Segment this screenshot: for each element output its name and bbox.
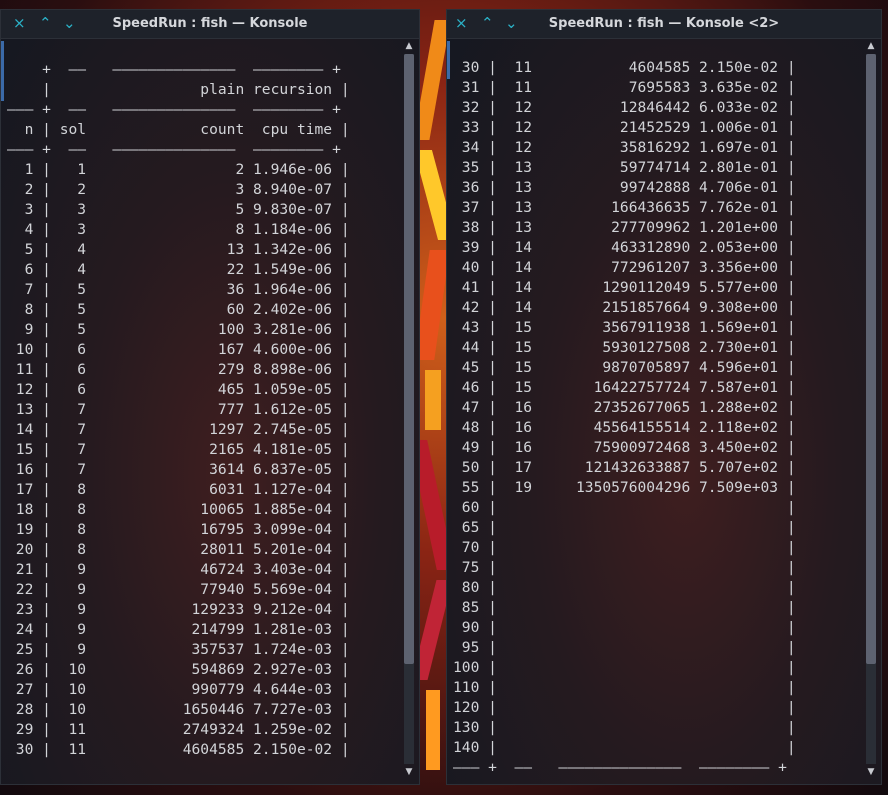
konsole-window-2[interactable]: × ⌃ ⌄ SpeedRun : fish — Konsole <2> 30 |… xyxy=(446,9,882,785)
terminal-line: 80 | | xyxy=(453,579,796,596)
terminal-line: 50 | 17 121432633887 5.707e+02 | xyxy=(453,459,796,476)
terminal-line: 12 | 6 465 1.059e-05 | xyxy=(7,381,350,398)
terminal-line: 13 | 7 777 1.612e-05 | xyxy=(7,401,350,418)
terminal-line: 26 | 10 594869 2.927e-03 | xyxy=(7,661,350,678)
terminal-line: 65 | | xyxy=(453,519,796,536)
title-bar[interactable]: × ⌃ ⌄ SpeedRun : fish — Konsole xyxy=(1,10,419,39)
terminal-line: 29 | 11 2749324 1.259e-02 | xyxy=(7,721,350,738)
terminal-line: 43 | 15 3567911938 1.569e+01 | xyxy=(453,319,796,336)
konsole-window-1[interactable]: × ⌃ ⌄ SpeedRun : fish — Konsole + —— ———… xyxy=(0,9,420,785)
terminal-line: 140 | | xyxy=(453,739,796,756)
scroll-thumb[interactable] xyxy=(404,54,414,664)
terminal-line: 9 | 5 100 3.281e-06 | xyxy=(7,321,350,338)
terminal-line: 39 | 14 463312890 2.053e+00 | xyxy=(453,239,796,256)
terminal-line: 37 | 13 166436635 7.762e-01 | xyxy=(453,199,796,216)
terminal-line: 34 | 12 35816292 1.697e-01 | xyxy=(453,139,796,156)
terminal-line: 110 | | xyxy=(453,679,796,696)
terminal-line: n | sol count cpu time | xyxy=(7,121,350,138)
terminal-marker xyxy=(447,41,450,79)
window-title: SpeedRun : fish — Konsole <2> xyxy=(548,16,780,31)
terminal-line: 36 | 13 99742888 4.706e-01 | xyxy=(453,179,796,196)
terminal-line: 4 | 3 8 1.184e-06 | xyxy=(7,221,350,238)
terminal-line: 120 | | xyxy=(453,699,796,716)
terminal-line: 24 | 9 214799 1.281e-03 | xyxy=(7,621,350,638)
terminal-line: 17 | 8 6031 1.127e-04 | xyxy=(7,481,350,498)
terminal-line: 48 | 16 45564155514 2.118e+02 | xyxy=(453,419,796,436)
terminal-line: 11 | 6 279 8.898e-06 | xyxy=(7,361,350,378)
terminal-line: 40 | 14 772961207 3.356e+00 | xyxy=(453,259,796,276)
scroll-up-arrow[interactable]: ▲ xyxy=(403,40,415,52)
terminal-line: 32 | 12 12846442 6.033e-02 | xyxy=(453,99,796,116)
terminal-line: 16 | 7 3614 6.837e-05 | xyxy=(7,461,350,478)
terminal-line: 31 | 11 7695583 3.635e-02 | xyxy=(453,79,796,96)
scroll-thumb[interactable] xyxy=(866,54,876,664)
terminal-output[interactable]: + —— —————————————— ———————— + | plain r… xyxy=(7,40,350,776)
terminal-marker xyxy=(1,41,4,101)
terminal-line: 55 | 19 1350576004296 7.509e+03 | xyxy=(453,479,796,496)
terminal-line: 30 | 11 4604585 2.150e-02 | xyxy=(7,741,350,758)
terminal-line: | plain recursion | xyxy=(7,81,350,98)
terminal-line: 47 | 16 27352677065 1.288e+02 | xyxy=(453,399,796,416)
terminal-line: 25 | 9 357537 1.724e-03 | xyxy=(7,641,350,658)
terminal-line: 27 | 10 990779 4.644e-03 | xyxy=(7,681,350,698)
scroll-down-arrow[interactable]: ▼ xyxy=(865,766,877,778)
terminal-line: 28 | 10 1650446 7.727e-03 | xyxy=(7,701,350,718)
terminal-line: 7 | 5 36 1.964e-06 | xyxy=(7,281,350,298)
terminal-line: 15 | 7 2165 4.181e-05 | xyxy=(7,441,350,458)
terminal-line: 70 | | xyxy=(453,539,796,556)
terminal-line: 30 | 11 4604585 2.150e-02 | xyxy=(453,59,796,76)
terminal-line: + —— —————————————— ———————— + xyxy=(7,61,341,78)
terminal-line: 14 | 7 1297 2.745e-05 | xyxy=(7,421,350,438)
terminal-line: 3 | 3 5 9.830e-07 | xyxy=(7,201,350,218)
scroll-track[interactable] xyxy=(866,54,876,764)
title-bar[interactable]: × ⌃ ⌄ SpeedRun : fish — Konsole <2> xyxy=(447,10,881,39)
terminal-line: 22 | 9 77940 5.569e-04 | xyxy=(7,581,350,598)
window-title: SpeedRun : fish — Konsole xyxy=(112,16,308,31)
terminal-line: 1 | 1 2 1.946e-06 | xyxy=(7,161,350,178)
terminal-line: 46 | 15 16422757724 7.587e+01 | xyxy=(453,379,796,396)
terminal-line: 49 | 16 75900972468 3.450e+02 | xyxy=(453,439,796,456)
terminal-line: 33 | 12 21452529 1.006e-01 | xyxy=(453,119,796,136)
terminal-line: 19 | 8 16795 3.099e-04 | xyxy=(7,521,350,538)
terminal-line: 35 | 13 59774714 2.801e-01 | xyxy=(453,159,796,176)
terminal-line: 18 | 8 10065 1.885e-04 | xyxy=(7,501,350,518)
terminal-line: ——— + —— —————————————— ———————— + xyxy=(7,101,341,118)
scrollbar[interactable]: ▲ ▼ xyxy=(403,40,415,778)
scroll-down-arrow[interactable]: ▼ xyxy=(403,766,415,778)
scroll-up-arrow[interactable]: ▲ xyxy=(865,40,877,52)
terminal-line: 23 | 9 129233 9.212e-04 | xyxy=(7,601,350,618)
scrollbar[interactable]: ▲ ▼ xyxy=(865,40,877,778)
terminal-line: 6 | 4 22 1.549e-06 | xyxy=(7,261,350,278)
terminal-line: 95 | | xyxy=(453,639,796,656)
terminal-line: 100 | | xyxy=(453,659,796,676)
terminal-line: 10 | 6 167 4.600e-06 | xyxy=(7,341,350,358)
terminal-line: ——— + —— —————————————— ———————— + xyxy=(453,759,787,776)
terminal-line: ——— + —— —————————————— ———————— + xyxy=(7,141,341,158)
terminal-line: 42 | 14 2151857664 9.308e+00 | xyxy=(453,299,796,316)
terminal-line: 75 | | xyxy=(453,559,796,576)
terminal-line: 90 | | xyxy=(453,619,796,636)
terminal-line: 21 | 9 46724 3.403e-04 | xyxy=(7,561,350,578)
terminal-line: 130 | | xyxy=(453,719,796,736)
terminal-line: 20 | 8 28011 5.201e-04 | xyxy=(7,541,350,558)
terminal-line: 8 | 5 60 2.402e-06 | xyxy=(7,301,350,318)
terminal-line: 45 | 15 9870705897 4.596e+01 | xyxy=(453,359,796,376)
terminal-output[interactable]: 30 | 11 4604585 2.150e-02 | 31 | 11 7695… xyxy=(453,58,796,776)
scroll-track[interactable] xyxy=(404,54,414,764)
terminal-line: 5 | 4 13 1.342e-06 | xyxy=(7,241,350,258)
terminal-line: 60 | | xyxy=(453,499,796,516)
terminal-line: 2 | 2 3 8.940e-07 | xyxy=(7,181,350,198)
terminal-line: 85 | | xyxy=(453,599,796,616)
terminal-line: 41 | 14 1290112049 5.577e+00 | xyxy=(453,279,796,296)
terminal-line: 44 | 15 5930127508 2.730e+01 | xyxy=(453,339,796,356)
terminal-line: 38 | 13 277709962 1.201e+00 | xyxy=(453,219,796,236)
